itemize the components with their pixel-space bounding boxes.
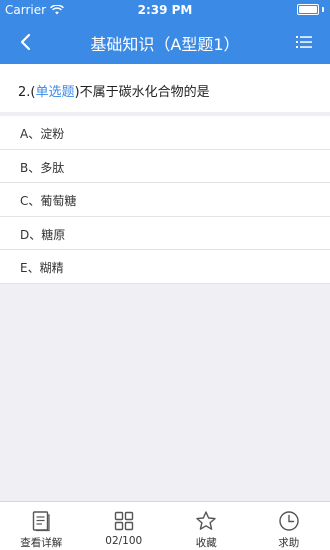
page-title: 基础知识（A型题1） bbox=[90, 35, 240, 54]
question-number: 2.( bbox=[18, 85, 36, 100]
bottom-toolbar: 查看详解 02/100 收藏 求助 bbox=[0, 501, 330, 550]
clock-icon bbox=[279, 511, 299, 531]
status-bar: Carrier 2:39 PM bbox=[0, 0, 330, 20]
option-e[interactable]: E、糊精 bbox=[0, 250, 330, 284]
tab-label: 查看详解 bbox=[20, 537, 63, 549]
option-label: A、淀粉 bbox=[20, 127, 65, 141]
tab-label: 收藏 bbox=[195, 537, 217, 549]
tab-view-explanation[interactable]: 查看详解 bbox=[0, 502, 83, 550]
question-list-button[interactable] bbox=[294, 32, 314, 52]
option-label: D、糖原 bbox=[20, 227, 66, 242]
grid-icon bbox=[114, 511, 133, 531]
question-stem: 2.(单选题)不属于碳水化合物的是 bbox=[0, 64, 330, 112]
question-body: 不属于碳水化合物的是 bbox=[79, 85, 210, 100]
star-icon bbox=[196, 511, 216, 530]
option-a[interactable]: A、淀粉 bbox=[0, 116, 330, 150]
option-b[interactable]: B、多肽 bbox=[0, 150, 330, 184]
tab-help[interactable]: 求助 bbox=[248, 502, 330, 550]
question-type: 单选题 bbox=[35, 85, 75, 100]
tab-label: 02/100 bbox=[105, 535, 143, 547]
option-c[interactable]: C、葡萄糖 bbox=[0, 183, 330, 217]
header: Carrier 2:39 PM 基础知识（A型题1） bbox=[0, 0, 330, 64]
question-text: 2.(单选题)不属于碳水化合物的是 bbox=[18, 81, 210, 100]
options-list: A、淀粉 B、多肽 C、葡萄糖 D、糖原 E、糊精 bbox=[0, 116, 330, 284]
tab-favorite[interactable]: 收藏 bbox=[165, 502, 248, 550]
option-label: B、多肽 bbox=[20, 160, 65, 175]
status-time: 2:39 PM bbox=[137, 3, 193, 17]
document-icon bbox=[33, 511, 50, 532]
battery-icon bbox=[297, 4, 324, 15]
navbar: 基础知识（A型题1） bbox=[0, 20, 330, 64]
option-d[interactable]: D、糖原 bbox=[0, 217, 330, 251]
list-icon bbox=[296, 36, 312, 48]
option-label: C、葡萄糖 bbox=[20, 194, 77, 209]
tab-label: 求助 bbox=[278, 537, 300, 549]
option-label: E、糊精 bbox=[20, 261, 64, 276]
tab-progress[interactable]: 02/100 bbox=[83, 502, 166, 550]
